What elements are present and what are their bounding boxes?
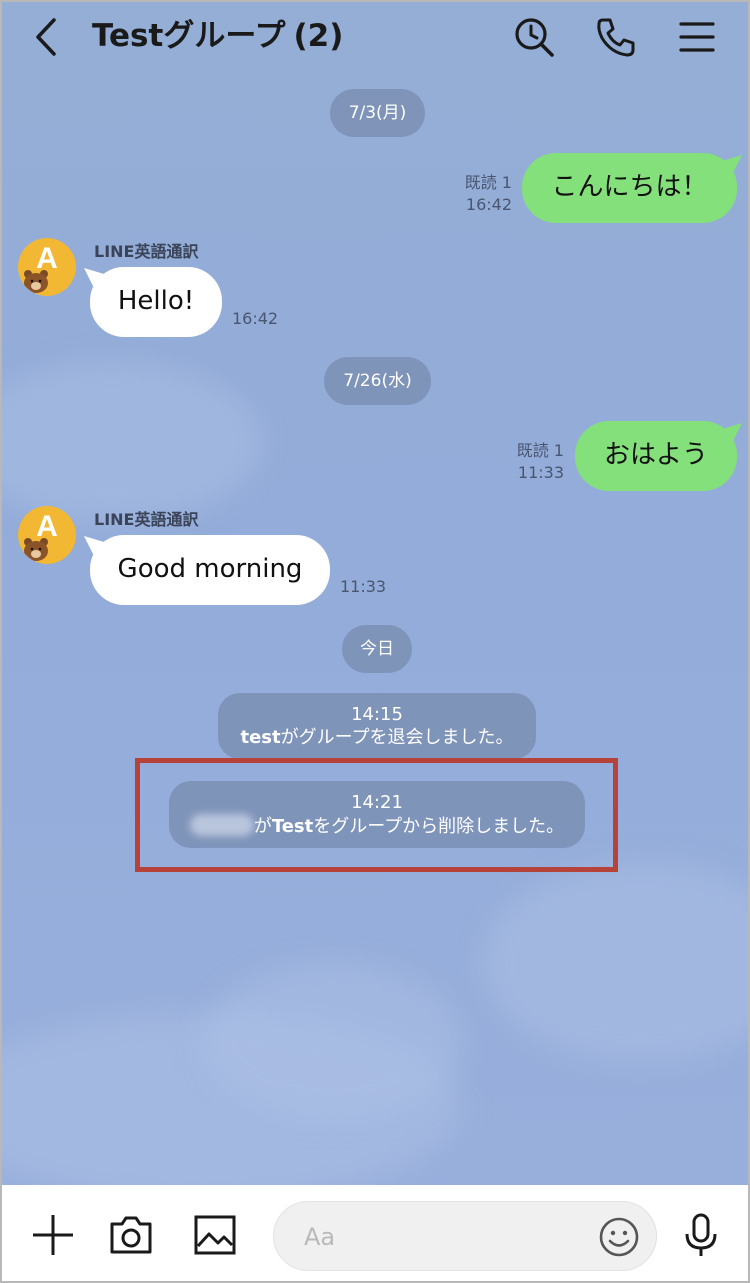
read-receipt: 既読 1 — [516, 441, 564, 460]
menu-icon — [679, 22, 715, 52]
message-meta: 既読 1 11:33 — [484, 440, 564, 484]
search-button[interactable] — [511, 14, 557, 60]
call-button[interactable] — [593, 14, 639, 60]
system-time: 14:21 — [351, 792, 403, 813]
chat-screen: Testグループ (2) 7/3(月) 既読 1 16:42 こんにちは！ A … — [0, 0, 750, 1283]
message-input[interactable]: Aa — [273, 1201, 657, 1271]
back-icon — [36, 18, 56, 56]
message-time: 16:42 — [232, 309, 279, 328]
chat-header: Testグループ (2) — [2, 2, 748, 78]
bubble-tail — [722, 155, 742, 175]
search-icon — [515, 18, 554, 57]
message-time: 11:33 — [340, 577, 387, 596]
message-time: 11:33 — [517, 463, 564, 482]
user-name: Test — [271, 816, 314, 837]
system-text: testがグループを退会しました。 — [240, 727, 514, 748]
avatar[interactable]: A — [18, 238, 76, 296]
chat-title: Testグループ (2) — [92, 14, 343, 58]
bubble-tail — [722, 423, 742, 443]
plus-icon — [33, 1215, 73, 1255]
plus-button[interactable] — [30, 1212, 76, 1258]
input-bar: Aa — [2, 1185, 748, 1281]
bear-icon — [24, 270, 48, 293]
back-button[interactable] — [28, 14, 68, 60]
date-separator: 今日 — [342, 625, 412, 673]
outgoing-message[interactable]: こんにちは！ — [522, 153, 737, 223]
system-time: 14:15 — [351, 704, 403, 725]
microphone-button[interactable] — [678, 1212, 724, 1258]
date-separator: 7/26(水) — [324, 357, 431, 405]
outgoing-message[interactable]: おはよう — [575, 421, 737, 491]
camera-button[interactable] — [108, 1212, 154, 1258]
member-count: (2) — [293, 18, 344, 54]
message-meta: 既読 1 16:42 — [432, 172, 512, 216]
incoming-message[interactable]: Good morning — [90, 535, 330, 605]
sender-name: LINE英語通訳 — [94, 242, 199, 261]
avatar[interactable]: A — [18, 506, 76, 564]
input-placeholder: Aa — [304, 1223, 336, 1251]
image-icon — [194, 1215, 236, 1255]
group-name: Testグループ — [92, 18, 286, 54]
phone-icon — [597, 18, 635, 57]
sender-name: LINE英語通訳 — [94, 510, 199, 529]
read-receipt: 既読 1 — [464, 173, 512, 192]
blurred-name — [189, 814, 254, 836]
system-message: 14:21 がTestをグループから削除しました。 — [169, 781, 585, 848]
system-message: 14:15 testがグループを退会しました。 — [218, 693, 536, 759]
system-text: がTestをグループから削除しました。 — [169, 814, 585, 838]
image-button[interactable] — [192, 1212, 238, 1258]
date-separator: 7/3(月) — [330, 89, 425, 137]
microphone-icon — [685, 1213, 717, 1256]
camera-icon — [110, 1216, 152, 1254]
chat-background[interactable]: Testグループ (2) 7/3(月) 既読 1 16:42 こんにちは！ A … — [2, 2, 748, 1185]
incoming-message[interactable]: Hello! — [90, 267, 222, 337]
bear-icon — [24, 538, 48, 561]
user-name: test — [240, 727, 281, 748]
emoji-icon[interactable] — [598, 1216, 640, 1258]
menu-button[interactable] — [674, 14, 720, 60]
message-time: 16:42 — [465, 195, 512, 214]
